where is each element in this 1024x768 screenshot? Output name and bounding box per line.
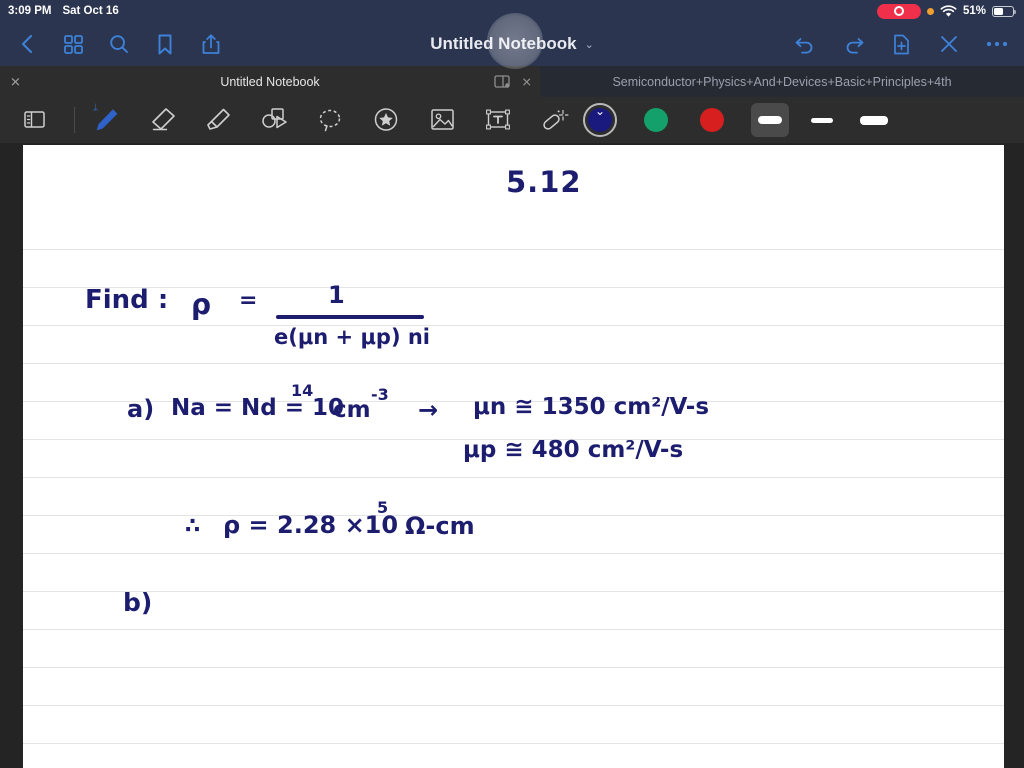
- shapes-tool[interactable]: [255, 103, 293, 137]
- eraser-tool[interactable]: [143, 103, 181, 137]
- drawing-toolbar: ᛦ: [0, 97, 1024, 143]
- status-bar: 3:09 PM Sat Oct 16 51%: [0, 0, 1024, 22]
- ruled-line: [23, 363, 1004, 364]
- chevron-down-icon[interactable]: ⌄: [585, 38, 594, 51]
- tab-close-icon[interactable]: ✕: [10, 75, 21, 88]
- pen-tool[interactable]: ᛦ: [87, 102, 125, 137]
- note-fraction-numerator: 1: [328, 281, 345, 309]
- back-button[interactable]: [14, 31, 40, 57]
- magic-wand-tool[interactable]: [535, 103, 573, 137]
- more-options-icon[interactable]: [984, 31, 1010, 57]
- note-result: ρ = 2.28 ×10: [223, 511, 399, 539]
- nav-left-group: [14, 31, 224, 57]
- image-tool[interactable]: [423, 103, 461, 137]
- color-swatch-red[interactable]: [695, 103, 729, 137]
- sticker-tool[interactable]: [367, 103, 405, 137]
- color-swatch-navy[interactable]: [583, 102, 617, 137]
- note-equals-1: =: [239, 288, 258, 313]
- note-part-a-unit: cm: [333, 397, 371, 423]
- split-view-icon[interactable]: [493, 75, 510, 89]
- ruled-line: [23, 705, 1004, 706]
- green-color-circle: [644, 108, 668, 132]
- note-result-exponent: 5: [377, 498, 389, 517]
- new-page-icon[interactable]: [888, 31, 914, 57]
- note-therefore-symbol: ∴: [185, 514, 201, 539]
- note-fraction-denominator: e(μn + μp) ni: [274, 325, 431, 349]
- ruled-line: [23, 667, 1004, 668]
- lasso-tool[interactable]: [311, 103, 349, 137]
- text-box-tool[interactable]: [479, 103, 517, 137]
- ruled-line: [23, 287, 1004, 288]
- undo-icon[interactable]: [792, 31, 818, 57]
- note-result-unit: Ω-cm: [405, 512, 475, 540]
- nav-right-group: [792, 31, 1010, 57]
- notebook-canvas[interactable]: 5.12 Find : ρ = 1 e(μn + μp) ni a) Na = …: [0, 143, 1024, 768]
- toolbar-divider: [74, 107, 75, 133]
- page-sidebar-tool[interactable]: [16, 103, 54, 137]
- note-part-a-exponent: 14: [291, 381, 314, 400]
- ruled-line: [23, 591, 1004, 592]
- notebook-page[interactable]: 5.12 Find : ρ = 1 e(μn + μp) ni a) Na = …: [23, 145, 1004, 768]
- note-mobility-n: μn ≅ 1350 cm²/V-s: [473, 394, 710, 420]
- highlighter-tool[interactable]: [199, 103, 237, 137]
- page-title: Untitled Notebook: [430, 34, 577, 53]
- note-find-label: Find :: [85, 285, 169, 315]
- close-icon[interactable]: [936, 31, 962, 57]
- note-arrow-icon: →: [418, 396, 439, 424]
- record-indicator-icon[interactable]: [876, 3, 921, 19]
- search-icon[interactable]: [106, 31, 132, 57]
- tab-actions: ✕: [493, 74, 532, 89]
- tab-group-close-icon[interactable]: ✕: [522, 74, 532, 89]
- tab-label-inactive: Semiconductor+Physics+And+Devices+Basic+…: [612, 74, 952, 89]
- ipad-notability-screen: 3:09 PM Sat Oct 16 51% Untitled Notebook…: [0, 0, 1024, 768]
- stroke-width-medium[interactable]: [803, 103, 841, 137]
- stroke-bar-thick: [758, 116, 782, 124]
- bookmark-icon[interactable]: [152, 31, 178, 57]
- ruled-line: [23, 629, 1004, 630]
- stroke-bar-thin: [860, 115, 888, 125]
- note-part-a-given: Na = Nd = 10: [171, 395, 345, 421]
- note-heading: 5.12: [506, 165, 582, 199]
- bluetooth-icon: ᛦ: [93, 102, 99, 112]
- ruled-line: [23, 325, 1004, 326]
- status-time: 3:09 PM: [8, 5, 52, 17]
- tab-bar: ✕ Untitled Notebook ✕ Semiconductor+Phys…: [0, 66, 1024, 97]
- stroke-width-thick[interactable]: [751, 103, 789, 137]
- note-part-a-label: a): [127, 395, 155, 423]
- battery-percent: 51%: [962, 5, 986, 17]
- status-bar-left: 3:09 PM Sat Oct 16: [8, 5, 119, 17]
- tab-untitled-notebook[interactable]: ✕ Untitled Notebook ✕: [0, 66, 540, 97]
- ruled-line: [23, 249, 1004, 250]
- note-part-a-unit-exponent: -3: [371, 385, 389, 404]
- tab-semiconductor-pdf[interactable]: Semiconductor+Physics+And+Devices+Basic+…: [540, 66, 1024, 97]
- status-date: Sat Oct 16: [62, 5, 119, 17]
- note-fraction-bar: [276, 315, 424, 319]
- stroke-width-thin[interactable]: [855, 103, 893, 137]
- note-rho-symbol: ρ: [191, 288, 212, 321]
- navigation-bar: Untitled Notebook ⌄: [0, 22, 1024, 66]
- tab-label: Untitled Notebook: [220, 74, 320, 89]
- microphone-in-use-dot-icon: [926, 7, 934, 15]
- battery-icon: [992, 5, 1016, 17]
- share-icon[interactable]: [198, 31, 224, 57]
- ruled-line: [23, 515, 1004, 516]
- navy-color-circle: [588, 102, 612, 132]
- note-mobility-p: μp ≅ 480 cm²/V-s: [463, 437, 684, 463]
- redo-icon[interactable]: [840, 31, 866, 57]
- wifi-icon: [940, 4, 957, 18]
- red-color-circle: [700, 108, 724, 132]
- note-part-b-label: b): [123, 588, 153, 617]
- ruled-line: [23, 553, 1004, 554]
- ruled-line: [23, 477, 1004, 478]
- status-bar-right: 51%: [876, 3, 1016, 19]
- ruled-line: [23, 743, 1004, 744]
- grid-view-button[interactable]: [60, 31, 86, 57]
- color-swatch-green[interactable]: [639, 103, 673, 137]
- stroke-bar-medium: [811, 117, 833, 123]
- record-dot-icon: [893, 6, 904, 16]
